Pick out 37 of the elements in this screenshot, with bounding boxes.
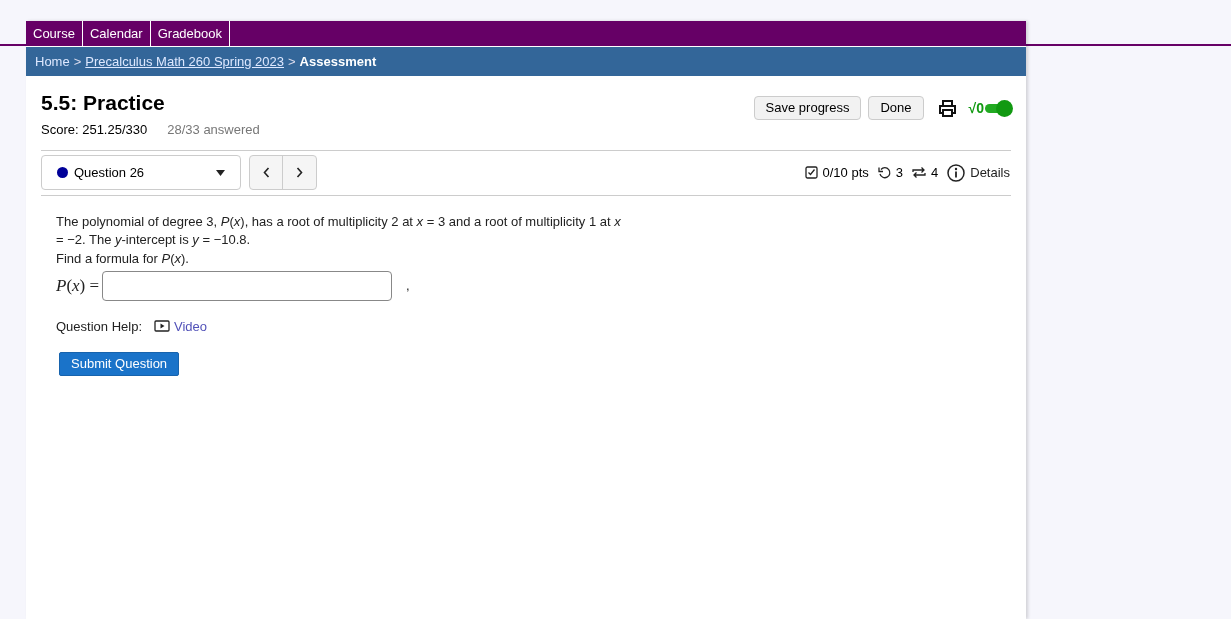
save-button[interactable]: Save progress xyxy=(753,96,862,120)
breadcrumb-separator: > xyxy=(73,52,82,71)
nav-tab[interactable]: Gradebook xyxy=(150,21,230,46)
attempts-count: 4 xyxy=(931,163,939,182)
checkbox-icon xyxy=(804,166,818,179)
details-link[interactable]: Details xyxy=(970,162,1010,183)
caret-icon xyxy=(216,169,225,176)
help-label: Question Help: xyxy=(56,317,142,336)
answer-label: P(x) = xyxy=(56,274,100,297)
breadcrumb-current: Assessment xyxy=(299,52,377,71)
points-text: 0/10 pts xyxy=(822,163,869,182)
question-dropdown[interactable]: Question 26 xyxy=(41,155,241,190)
retry-icon xyxy=(877,166,891,179)
video-icon xyxy=(154,320,170,333)
breadcrumb-separator: > xyxy=(288,52,296,71)
done-button[interactable]: Done xyxy=(868,96,924,120)
print-icon[interactable] xyxy=(937,98,957,118)
retries-count: 3 xyxy=(895,163,903,182)
nav-tab[interactable]: Calendar xyxy=(82,21,151,46)
score-text: Score: 251.25/330 xyxy=(41,121,148,139)
chevron-left-icon xyxy=(262,167,270,178)
answer-field[interactable] xyxy=(102,270,393,301)
question-prompt: Find a formula for P(x). xyxy=(56,249,190,268)
nav-tab[interactable]: Course xyxy=(26,21,83,46)
repeat-icon xyxy=(912,166,926,179)
answered-count: 28/33 answered xyxy=(167,121,260,139)
math-toggle[interactable]: √0 xyxy=(968,97,1011,119)
submit-button[interactable]: Submit Question xyxy=(59,352,180,376)
question-label: Question 26 xyxy=(74,163,146,182)
info-icon xyxy=(947,163,966,182)
question-text: The polynomial of degree 3, P(x), has a root of multiplicity 2 at x = 3 and a root of multiplicity 1 at x = −2. The y-intercept is y = −10.8. xyxy=(56,212,622,249)
breadcrumb-link[interactable]: Precalculus Math 260 Spring 2023 xyxy=(85,51,284,72)
comma-text: , xyxy=(406,276,410,295)
assessment-title: 5.5: Practice xyxy=(41,90,166,116)
video-link[interactable]: Video xyxy=(154,316,207,336)
breadcrumb-link[interactable]: Home xyxy=(35,51,70,72)
chevron-right-icon xyxy=(296,167,303,178)
